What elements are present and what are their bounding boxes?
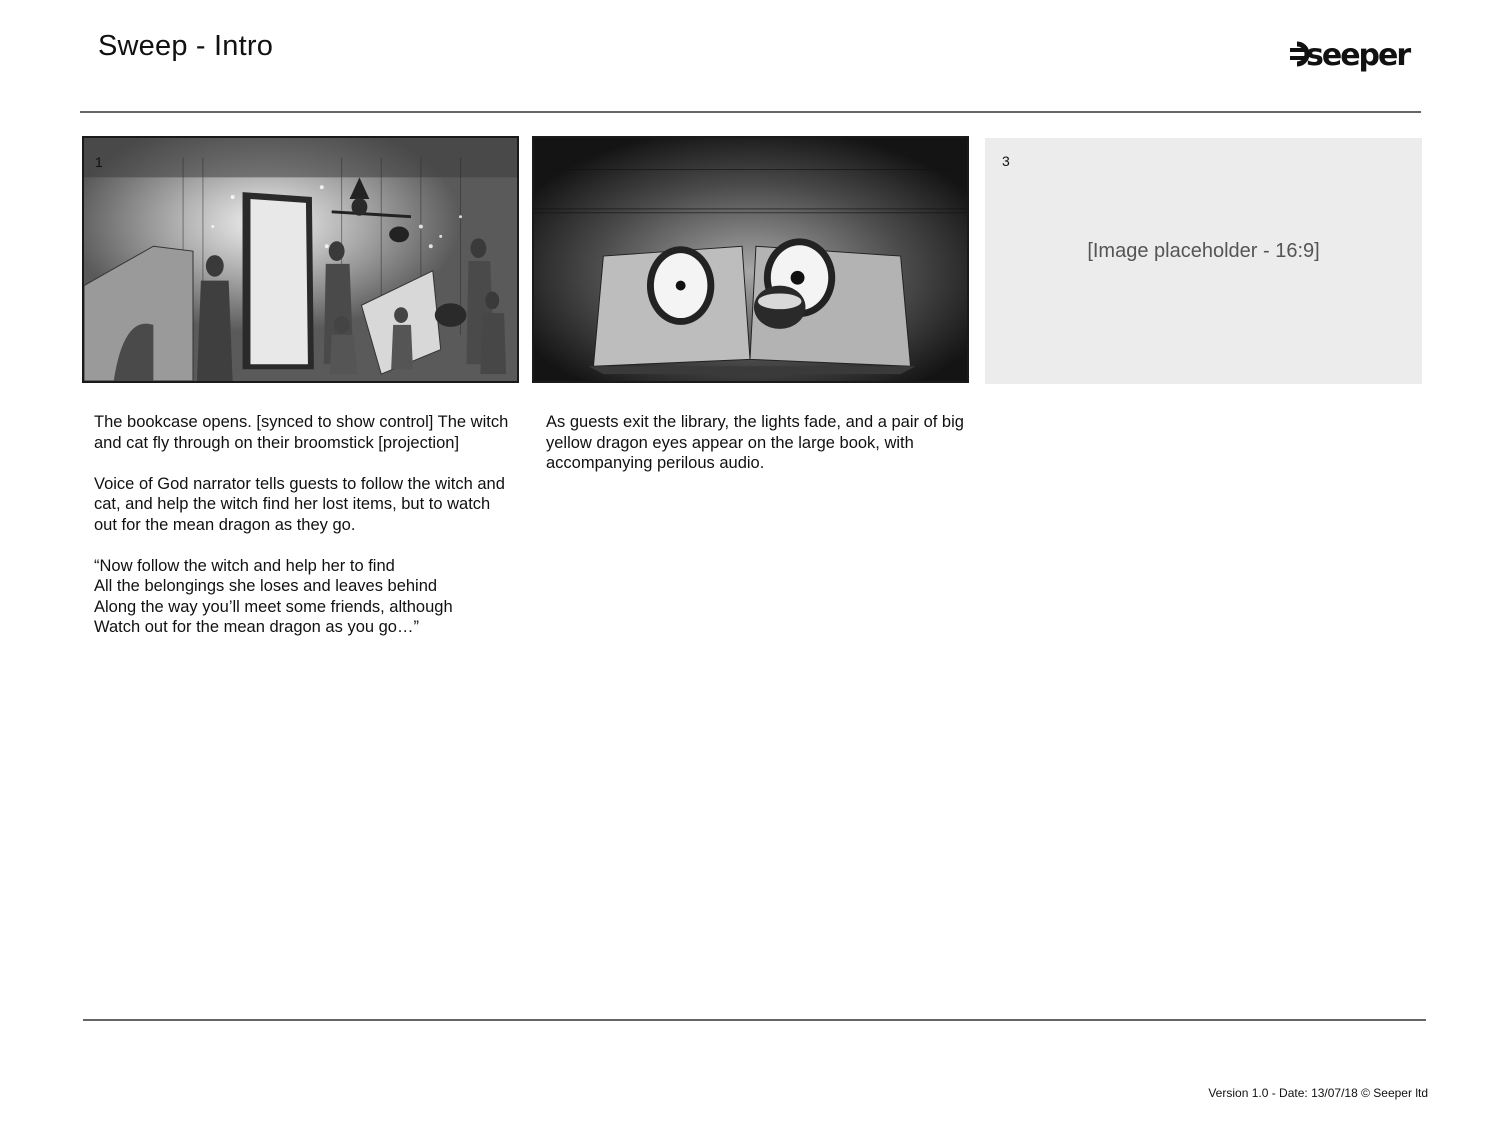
frame-2-sketch	[534, 138, 967, 381]
caption-paragraph: Voice of God narrator tells guests to fo…	[94, 474, 505, 534]
storyboard-frame-1: 1	[82, 136, 519, 383]
caption-verse: “Now follow the witch and help her to fi…	[94, 556, 453, 637]
version-footer: Version 1.0 - Date: 13/07/18 © Seeper lt…	[1208, 1086, 1428, 1100]
frame-1-caption: The bookcase opens. [synced to show cont…	[94, 412, 514, 658]
caption-paragraph: The bookcase opens. [synced to show cont…	[94, 413, 509, 452]
svg-text:seeper: seeper	[1306, 38, 1411, 73]
image-placeholder: [Image placeholder - 16:9]	[1087, 240, 1320, 262]
frame-2-caption: As guests exit the library, the lights f…	[546, 412, 966, 494]
caption-paragraph: As guests exit the library, the lights f…	[546, 413, 964, 472]
frame-number: 1	[95, 154, 103, 170]
header-divider	[80, 111, 1421, 113]
footer-divider	[83, 1019, 1426, 1021]
storyboard-frame-2	[532, 136, 969, 383]
seeper-logo: seeper	[1290, 38, 1413, 73]
frame-number: 3	[1002, 153, 1010, 169]
storyboard-frame-3: 3 [Image placeholder - 16:9]	[985, 138, 1422, 384]
page-title: Sweep - Intro	[98, 30, 274, 62]
frame-1-sketch	[84, 138, 517, 381]
